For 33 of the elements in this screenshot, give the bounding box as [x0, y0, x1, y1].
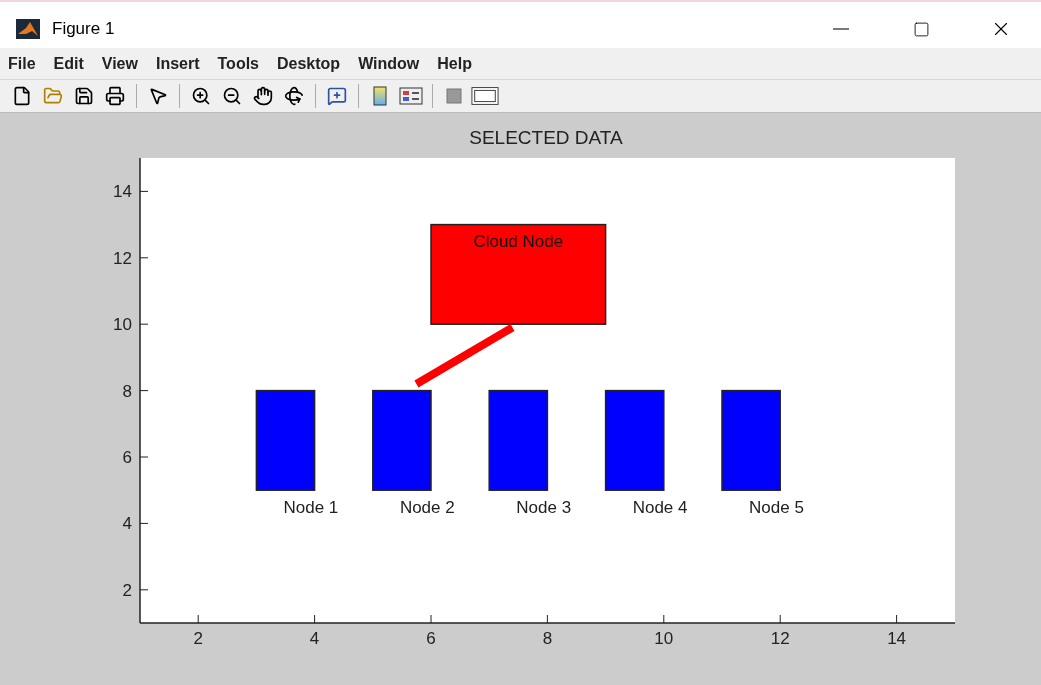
x-tick-label: 6 — [426, 629, 436, 648]
x-tick-label: 8 — [542, 629, 553, 648]
x-tick-label: 14 — [887, 629, 907, 648]
y-tick-label: 4 — [122, 514, 132, 534]
y-tick-label: 6 — [122, 448, 132, 467]
cloud-node-label: Cloud Node — [473, 232, 564, 252]
menu-item[interactable]: File — [8, 51, 36, 76]
menu-item[interactable]: View — [101, 51, 138, 76]
node-label: Node 2 — [399, 497, 455, 517]
minimize-icon — [833, 28, 849, 30]
menu-item[interactable]: Insert — [155, 51, 200, 76]
y-tick-label: 14 — [113, 182, 132, 202]
x-tick-label: 2 — [193, 629, 203, 648]
menu-item[interactable]: Window — [358, 51, 420, 76]
menu-item[interactable]: Edit — [53, 51, 84, 76]
y-tick-label: 12 — [113, 248, 132, 268]
y-tick-label: 2 — [122, 580, 132, 600]
menu-item[interactable]: Desktop — [277, 51, 341, 76]
menu-item[interactable]: Help — [437, 51, 472, 76]
node-label: Node 1 — [283, 497, 339, 517]
node-label: Node 4 — [632, 497, 688, 517]
maximize-icon — [912, 20, 930, 38]
x-tick-label: 4 — [309, 629, 320, 648]
app-logo-icon — [16, 19, 40, 39]
x-tick-label: 10 — [654, 629, 674, 648]
y-tick-label: 8 — [122, 381, 132, 401]
y-tick-label: 10 — [113, 315, 132, 335]
node-label: Node 3 — [516, 497, 572, 517]
node-label: Node 5 — [749, 497, 804, 517]
x-tick-label: 12 — [770, 629, 790, 648]
plot-title: SELECTED DATA — [469, 127, 623, 148]
window-title: Figure 1 — [52, 18, 115, 41]
menu-item[interactable]: Tools — [217, 51, 259, 76]
